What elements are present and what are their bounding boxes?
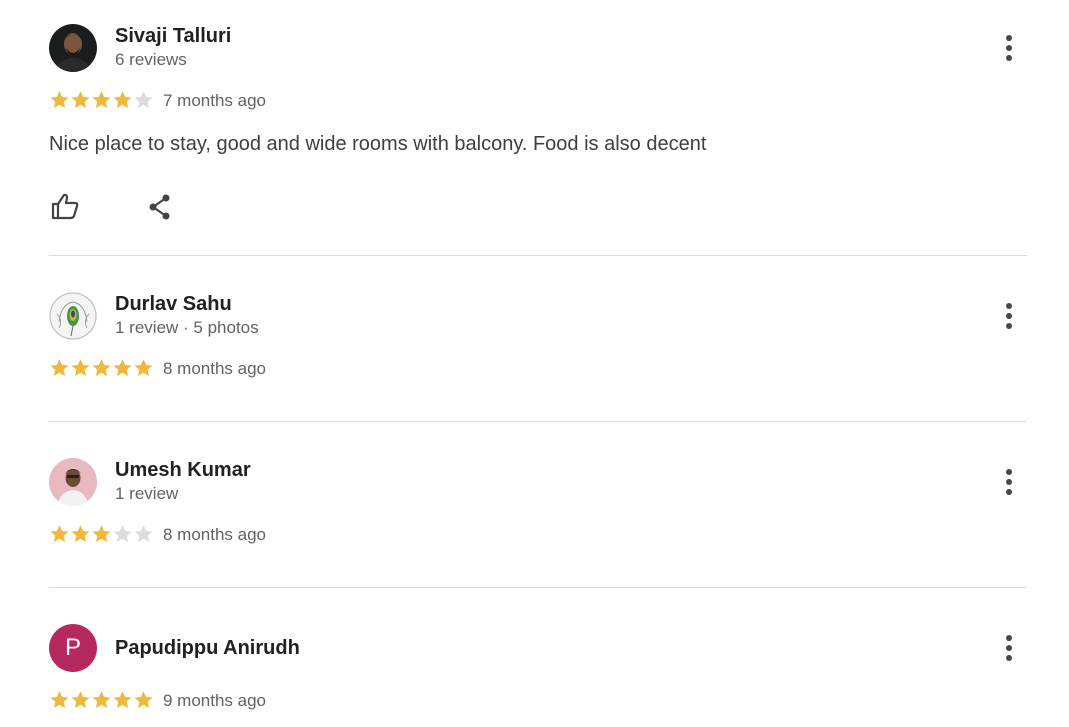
review-date: 7 months ago — [163, 91, 267, 110]
divider — [49, 255, 1027, 256]
reviewer-name[interactable]: Sivaji Talluri — [115, 25, 231, 48]
avatar-letter: P — [49, 624, 97, 672]
more-vertical-icon — [1006, 635, 1012, 661]
share-icon — [149, 194, 170, 220]
review-date: 9 months ago — [163, 691, 267, 710]
divider — [49, 421, 1027, 422]
star-empty-icon — [134, 525, 153, 542]
star-rating — [49, 90, 154, 110]
star-filled-icon — [113, 91, 132, 108]
star-filled-icon — [71, 691, 90, 708]
review-date: 8 months ago — [163, 525, 267, 544]
more-vertical-icon — [1006, 469, 1012, 495]
reviewer-name[interactable]: Umesh Kumar — [115, 459, 251, 482]
more-options-button[interactable] — [995, 464, 1023, 500]
review-text: Nice place to stay, good and wide rooms … — [49, 133, 707, 155]
reviewer-avatar[interactable]: P — [49, 624, 97, 672]
reviewer-name[interactable]: Durlav Sahu — [115, 293, 232, 316]
reviewer-avatar[interactable] — [49, 292, 97, 340]
reviewer-meta: 1 review — [115, 484, 179, 503]
star-filled-icon — [71, 91, 90, 108]
star-filled-icon — [71, 359, 90, 376]
star-rating — [49, 690, 154, 710]
more-options-button[interactable] — [995, 30, 1023, 66]
more-vertical-icon — [1006, 303, 1012, 329]
star-rating — [49, 524, 154, 544]
star-filled-icon — [92, 525, 111, 542]
more-options-button[interactable] — [995, 630, 1023, 666]
reviewer-avatar[interactable] — [49, 458, 97, 506]
star-empty-icon — [134, 91, 153, 108]
reviewer-meta: 1 review · 5 photos — [115, 318, 259, 337]
star-empty-icon — [113, 525, 132, 542]
star-filled-icon — [50, 691, 69, 708]
star-filled-icon — [113, 359, 132, 376]
reviewer-avatar[interactable] — [49, 24, 97, 72]
star-filled-icon — [134, 691, 153, 708]
star-rating — [49, 358, 154, 378]
star-filled-icon — [50, 525, 69, 542]
star-filled-icon — [113, 691, 132, 708]
review-date: 8 months ago — [163, 359, 267, 378]
star-filled-icon — [71, 525, 90, 542]
more-vertical-icon — [1006, 35, 1012, 61]
more-options-button[interactable] — [995, 298, 1023, 334]
like-icon — [51, 193, 79, 220]
star-filled-icon — [92, 359, 111, 376]
star-filled-icon — [50, 91, 69, 108]
divider — [49, 587, 1027, 588]
star-filled-icon — [134, 359, 153, 376]
like-button[interactable] — [49, 190, 81, 222]
share-button[interactable] — [144, 191, 176, 223]
reviewer-name[interactable]: Papudippu Anirudh — [115, 637, 300, 660]
star-filled-icon — [92, 691, 111, 708]
reviewer-meta: 6 reviews — [115, 50, 187, 69]
star-filled-icon — [92, 91, 111, 108]
star-filled-icon — [50, 359, 69, 376]
